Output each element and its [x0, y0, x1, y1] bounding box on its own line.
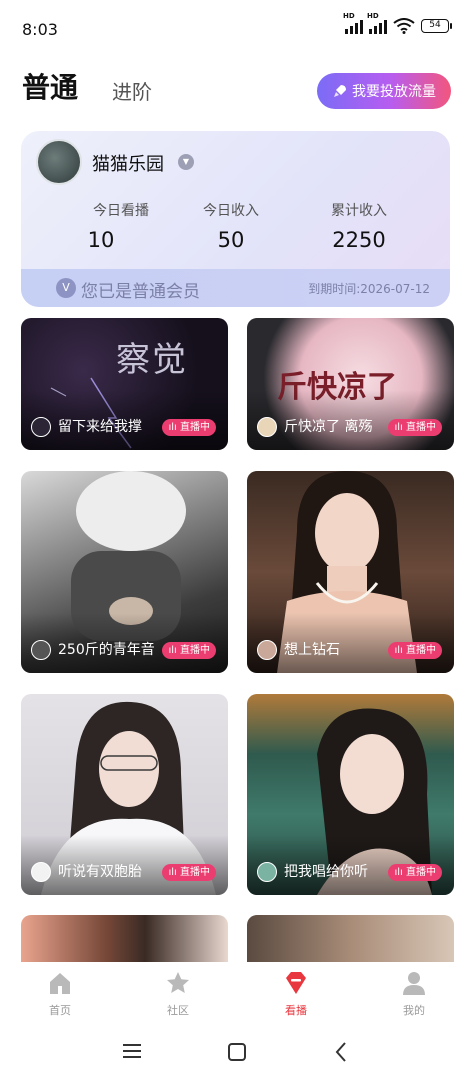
wifi-icon: [393, 18, 415, 34]
live-badge: ılı 直播中: [162, 419, 216, 436]
battery-icon: 54: [421, 19, 452, 33]
menu-icon[interactable]: [122, 1043, 142, 1059]
system-navigation-bar: [0, 1024, 474, 1080]
home-button-icon[interactable]: [227, 1042, 247, 1062]
back-icon[interactable]: [334, 1041, 348, 1063]
chevron-down-icon[interactable]: ▼: [178, 154, 194, 170]
stat-value-today-income: 50: [217, 228, 245, 252]
live-badge-label: 直播中: [180, 645, 210, 656]
person-icon: [403, 972, 425, 995]
live-room-card[interactable]: 250斤的青年音 ılı 直播中: [21, 471, 228, 673]
tab-normal[interactable]: 普通: [22, 66, 78, 106]
live-badge-label: 直播中: [406, 645, 436, 656]
live-room-title: 250斤的青年音: [58, 642, 155, 658]
tab-advanced[interactable]: 进阶: [112, 76, 152, 105]
streamer-avatar: [257, 640, 277, 660]
vip-check-icon: V: [56, 278, 76, 298]
stat-label-total-income: 累计收入: [331, 203, 387, 219]
nav-profile-label: 我的: [403, 1004, 425, 1017]
streamer-avatar: [257, 862, 277, 882]
live-room-title: 斤快凉了 离殇: [284, 419, 373, 435]
nav-home[interactable]: 首页: [30, 970, 90, 1018]
boost-traffic-button[interactable]: 我要投放流量: [317, 73, 451, 109]
streamer-avatar: [31, 640, 51, 660]
cellular-signal-icon-2: HD: [367, 12, 387, 34]
member-card: 猫猫乐园 ▼ 今日看播 10 今日收入 50 累计收入 2250 V 您已是普通…: [21, 131, 450, 307]
live-gem-icon: [286, 972, 306, 994]
live-room-card[interactable]: 把我唱给你听 ılı 直播中: [247, 694, 454, 895]
streamer-avatar: [257, 417, 277, 437]
nav-profile[interactable]: 我的: [384, 970, 444, 1018]
live-badge-label: 直播中: [406, 422, 436, 433]
cellular-signal-icon: HD: [343, 12, 363, 34]
home-icon: [50, 973, 70, 994]
live-badge-label: 直播中: [180, 422, 210, 433]
nav-community[interactable]: 社区: [148, 970, 208, 1018]
member-status-bar[interactable]: V 您已是普通会员 到期时间:2026-07-12: [21, 269, 450, 307]
live-badge: ılı 直播中: [162, 864, 216, 881]
battery-level: 54: [421, 19, 449, 33]
live-badge: ılı 直播中: [388, 864, 442, 881]
live-room-title: 留下来给我撑: [58, 419, 142, 435]
live-room-title: 把我唱给你听: [284, 864, 368, 880]
live-badge: ılı 直播中: [162, 642, 216, 659]
streamer-avatar: [31, 417, 51, 437]
nav-watch-live-label: 看播: [285, 1004, 307, 1017]
live-room-card[interactable]: 斤快凉了 斤快凉了 离殇 ılı 直播中: [247, 318, 454, 450]
bottom-nav: 首页 社区 看播 我的: [0, 962, 474, 1024]
nav-home-label: 首页: [49, 1004, 71, 1017]
nav-community-label: 社区: [167, 1004, 189, 1017]
member-status-text: 您已是普通会员: [81, 282, 200, 302]
hd-label-2: HD: [367, 12, 379, 20]
live-badge-label: 直播中: [180, 867, 210, 878]
live-room-card[interactable]: 察觉 留下来给我撑 ılı 直播中: [21, 318, 228, 450]
rocket-icon: [334, 85, 346, 97]
live-badge: ılı 直播中: [388, 419, 442, 436]
account-name[interactable]: 猫猫乐园: [92, 150, 164, 176]
live-room-title: 想上钻石: [284, 642, 340, 658]
live-room-card[interactable]: 听说有双胞胎 ılı 直播中: [21, 694, 228, 895]
star-icon: [167, 972, 189, 993]
hd-label: HD: [343, 12, 355, 20]
streamer-avatar: [31, 862, 51, 882]
status-bar: 8:03 HD HD 54: [0, 0, 474, 60]
stat-value-today-views: 10: [87, 228, 115, 252]
avatar[interactable]: [36, 139, 82, 185]
live-room-title: 听说有双胞胎: [58, 864, 142, 880]
stat-value-total-income: 2250: [332, 228, 386, 252]
cover-title: 察觉: [116, 340, 188, 380]
nav-watch-live[interactable]: 看播: [266, 970, 326, 1018]
stat-label-today-income: 今日收入: [203, 203, 259, 219]
live-badge: ılı 直播中: [388, 642, 442, 659]
status-time: 8:03: [22, 20, 58, 39]
boost-button-label: 我要投放流量: [352, 84, 436, 100]
stat-label-today-views: 今日看播: [93, 203, 149, 219]
live-badge-label: 直播中: [406, 867, 436, 878]
status-icons: HD HD 54: [343, 12, 452, 34]
live-room-card[interactable]: 想上钻石 ılı 直播中: [247, 471, 454, 673]
expiry-date: 到期时间:2026-07-12: [308, 282, 430, 296]
